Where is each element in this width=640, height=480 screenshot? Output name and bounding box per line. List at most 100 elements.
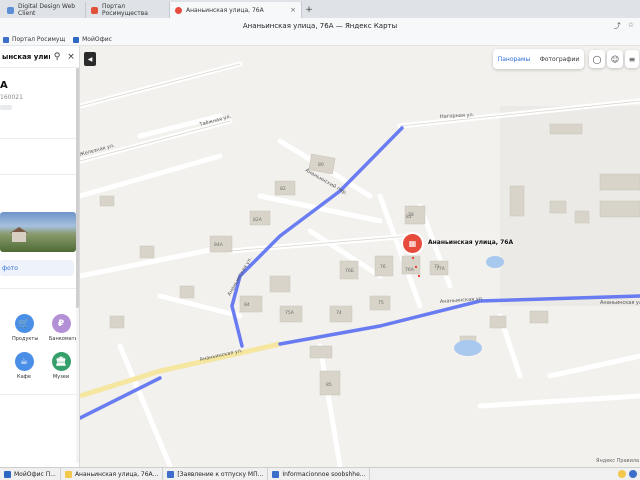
map-canvas[interactable]: Ананьинский пер. Ананьинская ул. Ананьин… xyxy=(80,46,640,467)
map-pin-icon xyxy=(175,6,182,14)
cart-icon: 🛒 xyxy=(14,314,34,333)
building-icon: ▦ xyxy=(408,239,417,248)
taskbar: МойОфис П... Ананьинская улица, 76А... [… xyxy=(0,467,640,480)
house-number: 75 xyxy=(378,300,384,306)
tab-rosimushchestvo[interactable]: Портал Росимущества xyxy=(86,2,170,18)
rosimushchestvo-icon xyxy=(91,6,98,14)
tab-label: Ананьинская улица, 76А xyxy=(186,6,264,14)
document-icon xyxy=(272,470,280,478)
tray-icon[interactable] xyxy=(629,470,637,478)
task-label: Informacionnoe soobshhe... xyxy=(282,470,366,478)
window-title-bar: Ананьинская улица, 76А — Яндекс Карты ⤴ … xyxy=(0,18,640,34)
more-chip[interactable] xyxy=(0,105,12,110)
tab-yandex-maps[interactable]: Ананьинская улица, 76А × xyxy=(170,2,302,18)
category-atm[interactable]: ₽ Банкоматы xyxy=(49,314,79,342)
photos-link[interactable]: фото xyxy=(0,260,74,276)
search-input[interactable] xyxy=(2,52,50,61)
house-number: 76А xyxy=(405,267,415,273)
ruble-icon: ₽ xyxy=(51,314,71,333)
search-row: ⚲ × xyxy=(0,46,79,68)
bookmark-label: Портал Росимущ xyxy=(12,36,66,43)
document-icon xyxy=(167,470,175,478)
tab-strip: Digital Design Web Client Портал Росимущ… xyxy=(0,0,640,18)
house-number: 71 xyxy=(434,264,440,270)
category-label: Продукты xyxy=(12,336,39,342)
divider xyxy=(0,174,79,175)
digital-design-icon xyxy=(7,6,14,14)
search-icon[interactable]: ⚲ xyxy=(50,52,64,62)
street-label-ananyinsky-ul-right: Ананьинская ул. xyxy=(440,296,484,305)
house-image xyxy=(12,232,26,242)
bookmark-label: МойОфис xyxy=(82,36,112,43)
myoffice-icon xyxy=(73,36,80,43)
photos-button[interactable]: Фотографии xyxy=(540,56,580,63)
chevron-left-icon: ◀ xyxy=(87,55,93,63)
place-card-panel: ⚲ × А 160021 фото 🛒 Продукты ₽ Банкоматы… xyxy=(0,46,80,467)
bookmarks-bar: Портал Росимущ МойОфис xyxy=(0,34,640,46)
task-information-message[interactable]: Informacionnoe soobshhe... xyxy=(268,468,371,480)
share-icon[interactable]: ⤴ xyxy=(614,21,621,31)
panoramas-button[interactable]: Панорамы xyxy=(498,56,531,63)
house-number: 85 xyxy=(326,382,332,388)
street-label-ananyinsky-ul-far: Ананьинская ул. xyxy=(600,300,640,306)
map-attribution[interactable]: Яндекс Правила xyxy=(596,458,639,464)
collapse-panel-button[interactable]: ◀ xyxy=(84,52,96,66)
user-button[interactable]: ☺ xyxy=(607,50,623,68)
place-title: А xyxy=(0,80,8,91)
house-number: 76 xyxy=(380,264,386,270)
scrollbar-thumb[interactable] xyxy=(76,68,79,308)
postal-code: 160021 xyxy=(0,94,23,101)
map-vector: Ананьинский пер. Ананьинская ул. Ананьин… xyxy=(80,61,640,467)
tab-label: Портал Росимущества xyxy=(102,3,148,17)
house-number: 81 xyxy=(406,214,412,220)
marker-label: Ананьинская улица, 76А xyxy=(428,239,514,246)
street-label-sadovaya: Ананьинская ул. xyxy=(227,256,254,297)
layers-switcher: Панорамы Фотографии xyxy=(493,49,584,69)
myoffice-icon xyxy=(4,470,11,478)
task-yandex-maps[interactable]: Ананьинская улица, 76А... xyxy=(61,468,164,480)
close-icon[interactable]: × xyxy=(64,52,78,62)
divider xyxy=(0,138,79,139)
portal-icon xyxy=(3,36,9,43)
house-number: 80 xyxy=(318,162,324,168)
bookmark-myoffice[interactable]: МойОфис xyxy=(73,36,112,43)
divider xyxy=(0,288,79,289)
category-label: Музеи xyxy=(52,374,70,380)
alice-button[interactable]: ◯ xyxy=(589,50,605,68)
divider xyxy=(0,394,79,395)
category-label: Банкоматы xyxy=(49,336,79,342)
task-label: МойОфис П... xyxy=(14,470,56,478)
house-number: 84А xyxy=(214,242,224,248)
house-number: 74 xyxy=(336,310,342,316)
photos-link-label: фото xyxy=(2,264,18,272)
system-tray xyxy=(618,470,640,478)
menu-button[interactable]: ≡ xyxy=(625,50,639,68)
category-products[interactable]: 🛒 Продукты xyxy=(12,314,39,342)
tray-icon[interactable] xyxy=(618,470,626,478)
task-vacation-request[interactable]: [Заявление к отпуску МП... xyxy=(163,468,269,480)
house-number: 76Б xyxy=(345,268,354,274)
category-label: Кафе xyxy=(17,374,31,380)
window-title: Ананьинская улица, 76А — Яндекс Карты xyxy=(242,22,398,30)
location-marker[interactable]: ▦ xyxy=(403,234,422,253)
close-tab-icon[interactable]: × xyxy=(290,6,296,14)
house-number: 82 xyxy=(280,186,286,192)
bookmark-portal[interactable]: Портал Росимущ xyxy=(3,36,65,43)
category-cafe[interactable]: ☕ Кафе xyxy=(12,352,36,380)
house-number: 75А xyxy=(285,310,295,316)
user-icon: ☺ xyxy=(610,54,620,64)
coffee-icon: ☕ xyxy=(14,352,34,371)
bookmark-icon[interactable]: ☆ xyxy=(628,21,634,31)
place-photo[interactable] xyxy=(0,212,76,252)
tab-label: Digital Design Web Client xyxy=(18,3,76,17)
new-tab-button[interactable]: + xyxy=(302,2,316,18)
menu-icon: ≡ xyxy=(628,54,636,64)
tab-digital-design[interactable]: Digital Design Web Client xyxy=(2,2,86,18)
category-museums[interactable]: 🏛 Музеи xyxy=(49,352,73,380)
house-number: 84 xyxy=(244,302,250,308)
task-label: [Заявление к отпуску МП... xyxy=(177,470,264,478)
task-myoffice[interactable]: МойОфис П... xyxy=(0,468,61,480)
task-label: Ананьинская улица, 76А... xyxy=(74,470,159,478)
house-number: 82А xyxy=(253,217,263,223)
museum-icon: 🏛 xyxy=(51,352,71,371)
